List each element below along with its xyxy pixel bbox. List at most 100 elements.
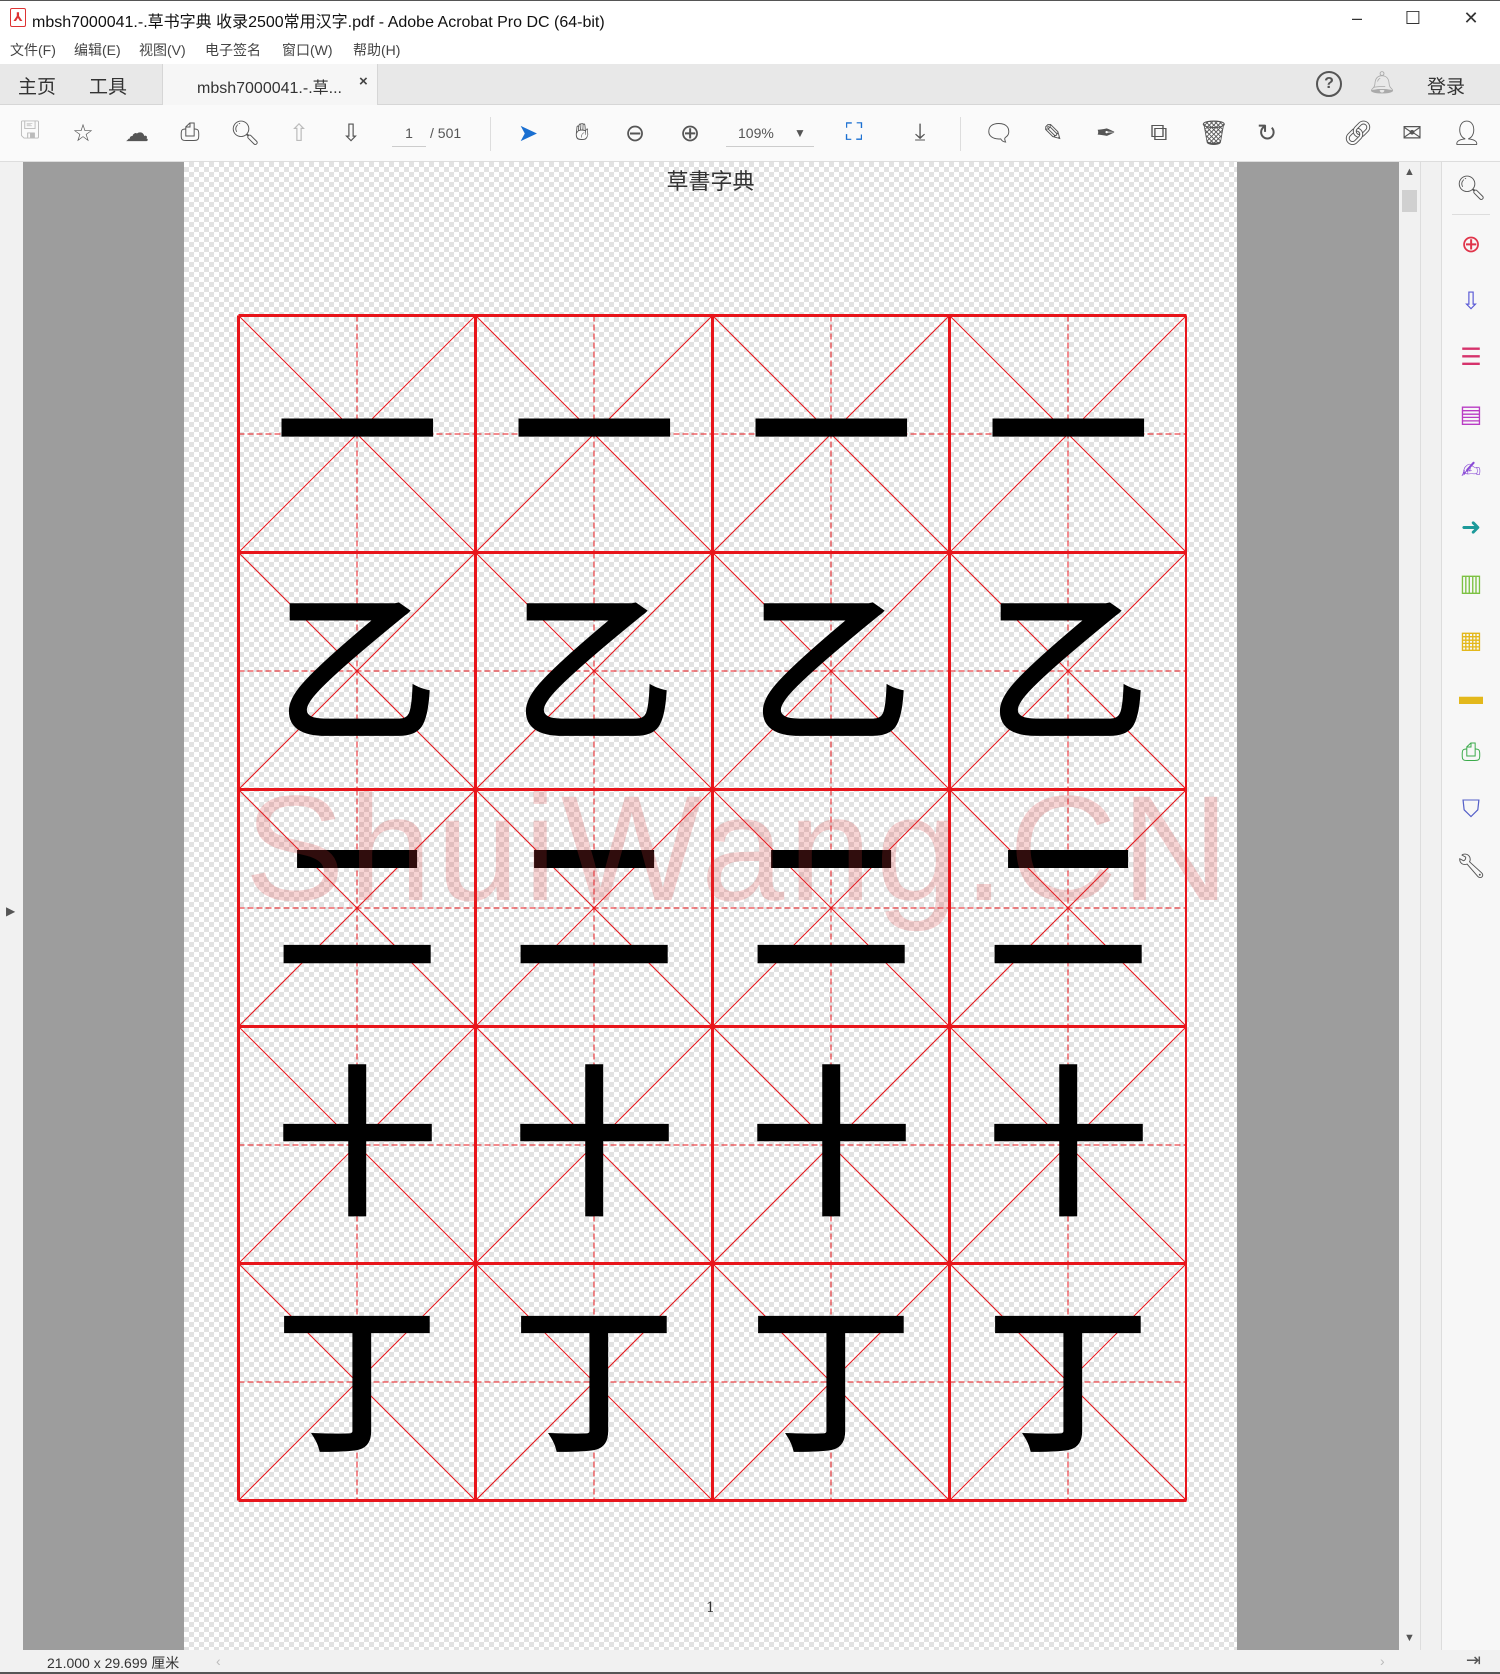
close-window-button[interactable]: ✕ bbox=[1448, 5, 1494, 31]
hand-tool-icon[interactable]: ✋︎ bbox=[564, 115, 600, 151]
comment-icon[interactable]: ▬ bbox=[1454, 680, 1488, 714]
sign-in-button[interactable]: 登录 bbox=[1427, 72, 1465, 99]
page-number-input[interactable]: 1 bbox=[392, 119, 426, 147]
acrobat-pdf-icon: ⅄ bbox=[10, 8, 26, 27]
trash-icon[interactable]: 🗑︎ bbox=[1196, 115, 1232, 151]
notification-bell-icon[interactable]: 🔔︎ bbox=[1368, 70, 1396, 96]
expand-panel-icon[interactable]: ⇥ bbox=[1466, 1650, 1481, 1671]
calligraphy-character: 乙 bbox=[987, 577, 1148, 765]
rotate-icon[interactable]: ↻ bbox=[1249, 115, 1285, 151]
print-production-icon[interactable]: ⎙ bbox=[1454, 736, 1488, 770]
scroll-left-icon[interactable]: ‹ bbox=[216, 1653, 221, 1669]
calligraphy-character: 丁 bbox=[276, 1288, 437, 1476]
calligraphy-character: 十 bbox=[276, 1051, 437, 1239]
calligraphy-character: 二 bbox=[750, 814, 911, 1002]
maximize-button[interactable]: ☐ bbox=[1390, 5, 1436, 31]
toolbar-divider bbox=[960, 117, 961, 151]
character-grid: 一一一一乙乙乙乙二二二二十十十十丁丁丁丁 bbox=[237, 314, 1187, 1502]
help-icon[interactable]: ? bbox=[1316, 71, 1342, 97]
toolbar-divider bbox=[490, 117, 491, 151]
organize-form-icon[interactable]: ▤ bbox=[1454, 397, 1488, 431]
more-tools-icon[interactable]: 🔧︎ bbox=[1454, 849, 1488, 883]
page-number: 1 bbox=[706, 1600, 715, 1616]
previous-page-icon[interactable]: ⇧ bbox=[281, 115, 317, 151]
zoom-in-icon[interactable]: ⊕ bbox=[672, 115, 708, 151]
toolbar: 🖫 ☆ ☁ ⎙ 🔍︎ ⇧ ⇩ 1 / 501 ➤ ✋︎ ⊖ ⊕ 109% ▼ ⛶… bbox=[0, 105, 1500, 162]
right-tools-panel: 🔍︎ ⊕ ⇩ ☰ ▤ ✍ ➜ ▥ ▦ ▬ ⎙ ⛉ 🔧︎ bbox=[1441, 162, 1500, 1674]
create-pdf-icon[interactable]: ⊕ bbox=[1454, 228, 1488, 262]
scroll-mode-icon[interactable]: ⤓ bbox=[902, 115, 938, 151]
menu-file[interactable]: 文件(F) bbox=[10, 40, 56, 60]
fill-sign-icon[interactable]: ✍ bbox=[1454, 454, 1488, 488]
organize-pages-icon[interactable]: ⧉ bbox=[1141, 115, 1177, 151]
scrollbar-thumb[interactable] bbox=[1402, 190, 1417, 212]
email-icon[interactable]: ✉ bbox=[1394, 115, 1430, 151]
tab-close-button[interactable]: × bbox=[359, 73, 368, 90]
status-bar: 21.000 x 29.699 厘米 ‹ › ⇥ bbox=[0, 1650, 1500, 1674]
calligraphy-character: 二 bbox=[987, 814, 1148, 1002]
menu-window[interactable]: 窗口(W) bbox=[282, 40, 333, 60]
scroll-right-icon[interactable]: › bbox=[1380, 1653, 1385, 1669]
tab-document[interactable]: mbsh7000041.-.草... × bbox=[162, 64, 378, 105]
calligraphy-character: 二 bbox=[276, 814, 437, 1002]
calligraphy-character: 乙 bbox=[750, 577, 911, 765]
tab-home[interactable]: 主页 bbox=[18, 72, 56, 99]
calligraphy-character: 一 bbox=[276, 340, 437, 528]
select-pointer-icon[interactable]: ➤ bbox=[510, 115, 546, 151]
menu-bar: 文件(F) 编辑(E) 视图(V) 电子签名 窗口(W) 帮助(H) bbox=[0, 34, 1500, 64]
comment-share-icon[interactable]: ▦ bbox=[1454, 623, 1488, 657]
pdf-page: 草書字典 一一一一乙乙乙乙二二二二十十十十丁丁丁丁 ShuiWang.CN 1 bbox=[184, 162, 1237, 1650]
left-panel-strip: ▶ bbox=[0, 162, 23, 1650]
page-size: 21.000 x 29.699 厘米 bbox=[47, 1655, 180, 1671]
zoom-out-icon[interactable]: ⊖ bbox=[617, 115, 653, 151]
bookmark-star-icon[interactable]: ☆ bbox=[65, 115, 101, 151]
page-total: / 501 bbox=[430, 125, 462, 141]
calligraphy-character: 乙 bbox=[513, 577, 674, 765]
calligraphy-character: 丁 bbox=[513, 1288, 674, 1476]
calligraphy-character: 十 bbox=[750, 1051, 911, 1239]
tab-document-label: mbsh7000041.-.草... bbox=[197, 80, 342, 97]
share-link-icon[interactable]: 🔗︎ bbox=[1340, 115, 1376, 151]
vertical-scrollbar[interactable]: ▲ ▼ bbox=[1399, 162, 1420, 1650]
minimize-button[interactable]: – bbox=[1334, 5, 1380, 31]
menu-edit[interactable]: 编辑(E) bbox=[74, 40, 121, 60]
save-icon[interactable]: 🖫 bbox=[12, 115, 48, 151]
menu-view[interactable]: 视图(V) bbox=[139, 40, 186, 60]
next-page-icon[interactable]: ⇩ bbox=[333, 115, 369, 151]
add-user-icon[interactable]: 👤︎ bbox=[1449, 115, 1485, 151]
calligraphy-character: 二 bbox=[513, 814, 674, 1002]
tab-tools[interactable]: 工具 bbox=[89, 72, 127, 99]
menu-help[interactable]: 帮助(H) bbox=[353, 40, 400, 60]
menu-esign[interactable]: 电子签名 bbox=[205, 40, 261, 60]
export-pdf-icon[interactable]: ⇩ bbox=[1454, 284, 1488, 318]
scroll-up-icon[interactable]: ▲ bbox=[1404, 166, 1415, 178]
enhance-scan-icon[interactable]: 🔍︎ bbox=[1454, 171, 1488, 205]
send-review-icon[interactable]: ➜ bbox=[1454, 510, 1488, 544]
comment-icon[interactable]: 🗨︎ bbox=[981, 115, 1017, 151]
page-header: 草書字典 bbox=[666, 170, 755, 195]
calligraphy-character: 丁 bbox=[750, 1288, 911, 1476]
right-panel-gutter bbox=[1420, 162, 1441, 1650]
fit-page-icon[interactable]: ⛶ bbox=[836, 115, 872, 151]
panel-divider bbox=[1452, 214, 1490, 215]
protect-icon[interactable]: ⛉ bbox=[1454, 793, 1488, 827]
sign-pen-icon[interactable]: ✒ bbox=[1088, 115, 1124, 151]
document-viewport: ▶ 草書字典 一一一一乙乙乙乙二二二二十十十十丁丁丁丁 ShuiWang.CN … bbox=[0, 162, 1441, 1650]
calligraphy-character: 乙 bbox=[276, 577, 437, 765]
search-icon[interactable]: 🔍︎ bbox=[227, 115, 263, 151]
calligraphy-character: 丁 bbox=[987, 1288, 1148, 1476]
calligraphy-character: 一 bbox=[513, 340, 674, 528]
print-icon[interactable]: ⎙ bbox=[172, 115, 208, 151]
organize-pages-icon[interactable]: ▥ bbox=[1454, 567, 1488, 601]
zoom-dropdown-chevron-icon[interactable]: ▼ bbox=[782, 115, 818, 151]
expand-left-panel-icon[interactable]: ▶ bbox=[6, 904, 15, 918]
title-bar: ⅄ mbsh7000041.-.草书字典 收录2500常用汉字.pdf - Ad… bbox=[0, 0, 1500, 34]
highlight-icon[interactable]: ✎ bbox=[1035, 115, 1071, 151]
calligraphy-character: 一 bbox=[750, 340, 911, 528]
scroll-down-icon[interactable]: ▼ bbox=[1404, 1632, 1415, 1644]
calligraphy-character: 一 bbox=[987, 340, 1148, 528]
upload-cloud-icon[interactable]: ☁ bbox=[119, 115, 155, 151]
calligraphy-character: 十 bbox=[513, 1051, 674, 1239]
calligraphy-character: 十 bbox=[987, 1051, 1148, 1239]
edit-pdf-icon[interactable]: ☰ bbox=[1454, 341, 1488, 375]
